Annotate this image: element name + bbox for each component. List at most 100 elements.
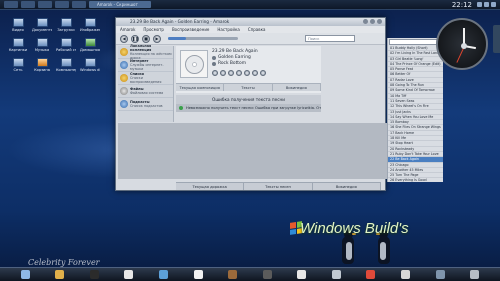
previous-icon[interactable]: ◀ (120, 34, 128, 43)
tray-icon[interactable] (491, 2, 496, 7)
archive-icon[interactable] (228, 270, 238, 279)
info-icon[interactable] (220, 70, 226, 76)
menu-item[interactable]: Просмотр (143, 26, 164, 33)
task-button[interactable] (55, 1, 69, 8)
desktop-icon-label: Компьютер (56, 68, 76, 72)
desktop-icon[interactable]: Картинки (8, 38, 28, 52)
task-button[interactable] (38, 1, 52, 8)
settings-icon[interactable] (252, 70, 258, 76)
tab-wikipedia[interactable]: Википедия (273, 84, 321, 91)
tab-current-track[interactable]: Текущая композиция (176, 84, 225, 91)
desktop-icon[interactable]: Компьютер (56, 58, 76, 72)
playlist-search-input[interactable] (389, 39, 442, 45)
folder-icon (60, 18, 72, 27)
search-input[interactable]: Поиск (305, 35, 355, 42)
analog-clock-widget (436, 18, 488, 70)
source-subtitle: Списки воспроизведения (130, 76, 162, 84)
desktop-icon-label: Рабочий стол (56, 48, 76, 52)
image-viewer-icon[interactable] (159, 270, 169, 279)
desktop-icon[interactable]: Домашняя папка (80, 38, 100, 52)
source-subtitle: Список подкастов (130, 104, 163, 108)
window-title: 23.29 Be Back Again - Golden Earring - A… (130, 19, 230, 24)
desktop-icon-label: Корзина (34, 68, 50, 72)
task-button[interactable] (21, 1, 35, 8)
wallpaper-signature: Celebrity Forever (28, 258, 100, 267)
folder-icon (36, 58, 48, 67)
album-icon (212, 62, 216, 66)
media-player-icon[interactable] (262, 270, 272, 279)
media-source-item[interactable]: Файлы Файловая система (118, 85, 173, 98)
chat-icon[interactable] (297, 270, 307, 279)
playlist-row[interactable]: 26 Everything Is Good (388, 178, 443, 182)
tab-lyrics-bottom[interactable]: Тексты песен (244, 183, 313, 190)
source-icon (120, 74, 128, 82)
tab-current-track-bottom[interactable]: Текущая дорожка (176, 183, 245, 190)
play-pause-icon[interactable]: ❚❚ (131, 34, 139, 43)
desktop-icon[interactable]: Документы (32, 18, 52, 32)
close-icon[interactable] (377, 19, 382, 24)
desktop-icon[interactable]: Корзина (32, 58, 52, 72)
folder-icon (60, 38, 72, 47)
tab-lyrics[interactable]: Тексты (224, 84, 273, 91)
task-button[interactable] (4, 1, 18, 8)
desktop-icon[interactable]: Рабочий стол (56, 38, 76, 52)
tab-wikipedia-bottom[interactable]: Википедия (313, 183, 381, 190)
panel-toolbox[interactable] (493, 25, 500, 53)
context-tabs: Текущая композиция Тексты Википедия (176, 83, 321, 91)
window-titlebar[interactable]: 23.29 Be Back Again - Golden Earring - A… (116, 18, 385, 26)
desktop-icon-label: Сеть (13, 68, 23, 72)
maximize-icon[interactable] (370, 19, 375, 24)
disk-icon[interactable] (435, 270, 445, 279)
media-source-item[interactable]: Списки Списки воспроизведения (118, 72, 173, 85)
source-subtitle: Файловая система (130, 91, 164, 95)
source-icon (120, 48, 128, 56)
settings-icon[interactable] (331, 270, 341, 279)
web-icon[interactable] (236, 70, 242, 76)
desktop-icon-label: Загрузки (57, 28, 75, 32)
browser-icon[interactable] (366, 270, 376, 279)
text-editor-icon[interactable] (124, 270, 134, 279)
minimize-icon[interactable] (363, 19, 368, 24)
desktop-icon[interactable]: Загрузки (56, 18, 76, 32)
media-sources-pane: Локальная коллекция Коллекция на жёстком … (118, 44, 174, 122)
menu-item[interactable]: Справка (248, 26, 266, 33)
desktop-icon-label: Windows diskdrv (80, 68, 100, 72)
start-orb-icon[interactable] (20, 270, 30, 279)
amarok-window: 23.29 Be Back Again - Golden Earring - A… (115, 17, 443, 191)
more-icon[interactable] (260, 70, 266, 76)
context-actions (212, 70, 266, 76)
lyrics-icon[interactable] (228, 70, 234, 76)
folder-icon[interactable] (55, 270, 65, 279)
folder-icon (12, 58, 24, 67)
media-source-item[interactable]: Локальная коллекция Коллекция на жёстком … (118, 44, 173, 60)
desktop-icon[interactable]: Музыка (32, 38, 52, 52)
menu-item[interactable]: Настройка (217, 26, 239, 33)
active-task-button[interactable]: Amarok - Скриншот (89, 1, 151, 8)
media-source-item[interactable]: Интернет Службы интернет-музыки (118, 59, 173, 72)
stop-icon[interactable]: ■ (142, 34, 150, 43)
desktop-icon[interactable]: Сеть (8, 58, 28, 72)
menu-item[interactable]: Amarok (120, 26, 135, 33)
task-button[interactable] (72, 1, 86, 8)
top-panel: Amarok - Скриншот 22:12 (0, 0, 500, 10)
share-icon[interactable] (244, 70, 250, 76)
tray-icon[interactable] (477, 2, 482, 7)
desktop-icon[interactable]: Изображения (80, 18, 100, 32)
track-album: Rock Bottom (218, 61, 246, 66)
terminal-icon[interactable] (89, 270, 99, 279)
mail-icon[interactable] (400, 270, 410, 279)
desktop-icon-label: Картинки (8, 48, 28, 52)
tray-icon[interactable] (484, 2, 489, 7)
media-source-item[interactable]: Подкасты Список подкастов (118, 98, 173, 111)
love-icon[interactable] (212, 70, 218, 76)
menu-item[interactable]: Воспроизведение (172, 26, 209, 33)
desktop-icon[interactable]: Видео (8, 18, 28, 32)
desktop-icon-label: Изображения (80, 28, 100, 32)
next-icon[interactable]: ▶ (153, 34, 161, 43)
trash-icon[interactable] (470, 270, 480, 279)
lyrics-error-message: Невозможно получить текст песни: Ошибка … (176, 104, 321, 112)
desktop-icon[interactable]: Windows diskdrv (80, 58, 100, 72)
document-icon[interactable] (193, 270, 203, 279)
seek-slider[interactable] (168, 37, 238, 40)
system-tray (477, 2, 496, 7)
